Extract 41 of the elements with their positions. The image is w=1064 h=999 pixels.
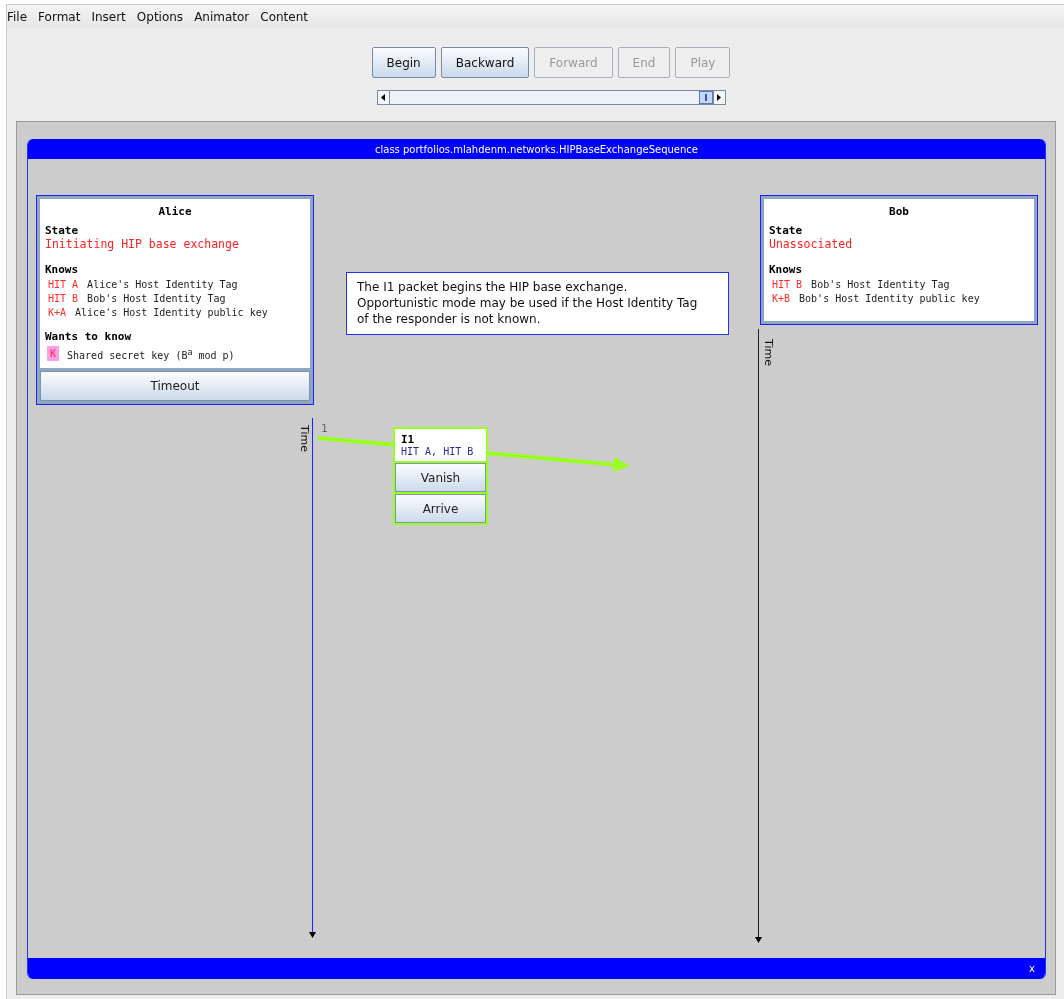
key-description: Bob's Host Identity Tag: [87, 293, 226, 304]
note-text: The I1 packet begins the HIP base exchange. Opportunistic mode may be used if the Host Identity Tag of the responder is not known.: [346, 272, 729, 335]
frame-title: class portfolios.mlahdenm.networks.HIPBaseExchangeSequence: [28, 139, 1045, 159]
menu-item[interactable]: Animator: [187, 9, 254, 24]
key-description: Bob's Host Identity Tag: [811, 279, 950, 290]
playback-button[interactable]: Backward: [440, 47, 530, 78]
state-text: Initiating HIP base exchange: [45, 237, 240, 251]
scrollbar[interactable]: [376, 90, 726, 105]
key-tag: K+A: [47, 307, 68, 318]
state-text: Unassociated: [769, 237, 854, 251]
menu-item[interactable]: Options: [129, 9, 188, 24]
menu-item[interactable]: Content: [253, 9, 313, 24]
time-label: Time: [298, 425, 311, 452]
key-tag: K: [47, 346, 60, 361]
key-description: Alice's Host Identity Tag: [87, 279, 238, 290]
key-tag: HIT B: [47, 293, 80, 304]
section-heading: State: [45, 224, 80, 237]
actor-name: Alice: [157, 205, 193, 218]
message-name: I1: [401, 433, 416, 446]
playback-button[interactable]: Begin: [371, 47, 436, 78]
menu-item[interactable]: File: [7, 9, 32, 24]
menu-item[interactable]: Format: [31, 9, 85, 24]
message-button[interactable]: Vanish: [395, 463, 486, 492]
menu-item[interactable]: Insert: [84, 9, 130, 24]
message-index: 1: [321, 422, 328, 435]
key-description: Shared secret key (B$^{a}$ mod p): [67, 346, 235, 361]
key-description: Alice's Host Identity public key: [75, 307, 268, 318]
action-button[interactable]: Timeout: [40, 371, 310, 401]
message-button[interactable]: Arrive: [395, 494, 486, 523]
section-heading: State: [769, 224, 804, 237]
key-tag: K+B: [771, 293, 792, 304]
message-fields: HIT A, HIT B: [401, 446, 480, 457]
key-description: Bob's Host Identity public key: [799, 293, 980, 304]
section-heading: Wants to know: [45, 330, 133, 343]
key-tag: HIT A: [47, 279, 80, 290]
time-label: Time: [762, 339, 775, 366]
actor-name: Bob: [888, 205, 910, 218]
key-tag: HIT B: [771, 279, 804, 290]
close-button[interactable]: x: [1029, 963, 1035, 974]
section-heading: Knows: [769, 263, 804, 276]
section-heading: Knows: [45, 263, 80, 276]
